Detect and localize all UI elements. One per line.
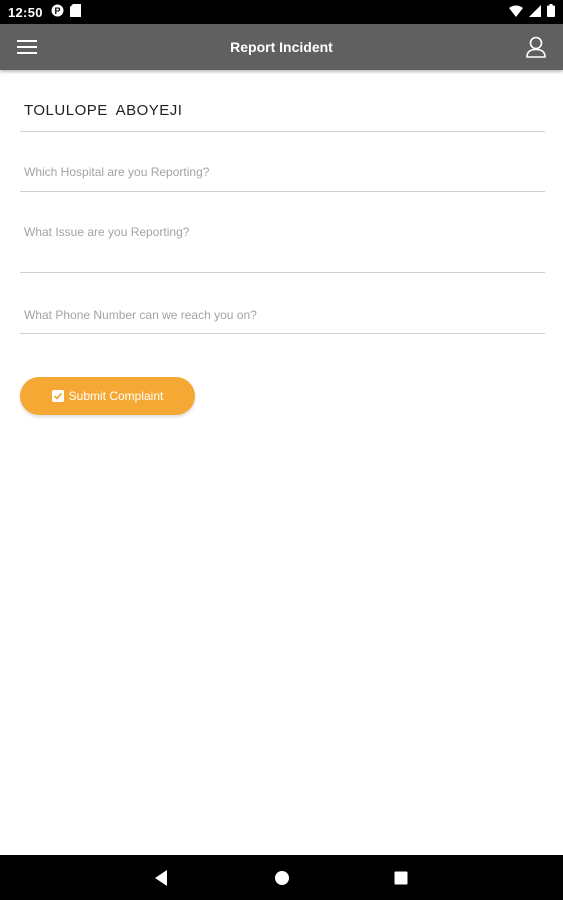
hamburger-menu-icon[interactable] [14,35,40,59]
issue-placeholder: What Issue are you Reporting? [24,225,190,239]
signal-icon [529,4,541,20]
name-value: TOLULOPE ABOYEJI [24,102,183,119]
status-bar: 12:50 P [0,0,563,24]
navigation-bar [0,855,563,900]
notification-p-icon: P [51,4,64,20]
name-field[interactable]: TOLULOPE ABOYEJI [20,70,545,132]
user-profile-icon[interactable] [523,34,549,60]
status-time: 12:50 [8,4,43,20]
app-bar: Report Incident [0,24,563,70]
back-triangle-icon[interactable] [152,869,170,887]
issue-field[interactable]: What Issue are you Reporting? [20,192,545,273]
wifi-icon [509,5,523,20]
home-circle-icon[interactable] [273,869,291,887]
page-title: Report Incident [230,39,333,55]
svg-text:P: P [54,6,60,16]
report-form: TOLULOPE ABOYEJI Which Hospital are you … [20,70,545,334]
hospital-field[interactable]: Which Hospital are you Reporting? [20,132,545,192]
submit-label: Submit Complaint [68,389,164,403]
recents-square-icon[interactable] [392,869,410,887]
checkbox-checked-icon [51,390,64,402]
sd-card-icon [69,4,81,20]
phone-placeholder: What Phone Number can we reach you on? [24,308,257,322]
hospital-placeholder: Which Hospital are you Reporting? [24,165,210,179]
submit-complaint-button[interactable]: Submit Complaint [20,377,195,415]
battery-icon [547,4,555,20]
phone-field[interactable]: What Phone Number can we reach you on? [20,273,545,334]
